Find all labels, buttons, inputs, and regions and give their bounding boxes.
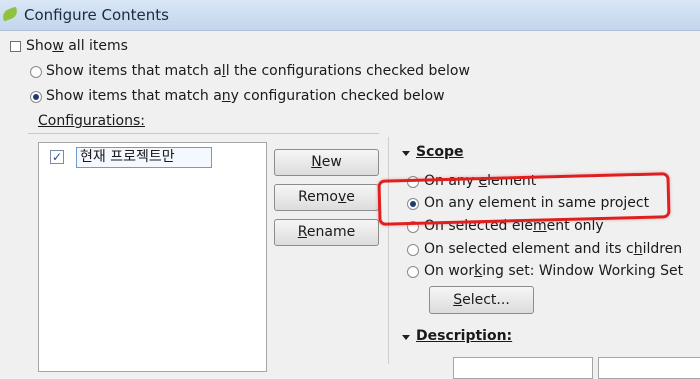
remove-button[interactable]: Remove bbox=[274, 184, 379, 211]
show-all-label[interactable]: Show all items bbox=[26, 38, 128, 54]
configuration-checkbox[interactable]: ✓ bbox=[50, 150, 64, 164]
description-field-2 bbox=[598, 357, 700, 379]
match-any-radio[interactable] bbox=[30, 91, 42, 103]
description-field bbox=[453, 357, 593, 379]
description-title[interactable]: Description: bbox=[416, 328, 512, 344]
app-leaf-icon bbox=[0, 6, 20, 22]
rename-button[interactable]: Rename bbox=[274, 219, 379, 246]
match-any-label[interactable]: Show items that match any configuration … bbox=[46, 88, 445, 104]
highlight-annotation bbox=[377, 172, 671, 226]
configuration-name[interactable]: 현재 프로젝트만 bbox=[76, 147, 212, 168]
section-separator bbox=[388, 137, 389, 364]
scope-collapse-icon[interactable] bbox=[402, 151, 410, 156]
description-collapse-icon[interactable] bbox=[402, 335, 410, 340]
scope-working-set-radio[interactable] bbox=[407, 266, 419, 278]
match-all-label[interactable]: Show items that match all the configurat… bbox=[46, 63, 470, 79]
title-bar: Configure Contents bbox=[0, 0, 700, 31]
select-working-set-button[interactable]: Select... bbox=[429, 286, 534, 314]
scope-title[interactable]: Scope bbox=[416, 144, 464, 160]
group-divider bbox=[28, 133, 379, 134]
show-all-checkbox[interactable] bbox=[10, 41, 21, 52]
configurations-list[interactable]: ✓ 현재 프로젝트만 bbox=[38, 142, 267, 372]
window-title: Configure Contents bbox=[24, 6, 169, 24]
new-button[interactable]: New bbox=[274, 149, 379, 176]
configurations-label: Configurations: bbox=[38, 113, 145, 129]
match-all-radio[interactable] bbox=[30, 66, 42, 78]
scope-selected-children-label[interactable]: On selected element and its children bbox=[424, 241, 682, 257]
scope-working-set-label[interactable]: On working set: Window Working Set bbox=[424, 263, 683, 279]
scope-selected-children-radio[interactable] bbox=[407, 244, 419, 256]
